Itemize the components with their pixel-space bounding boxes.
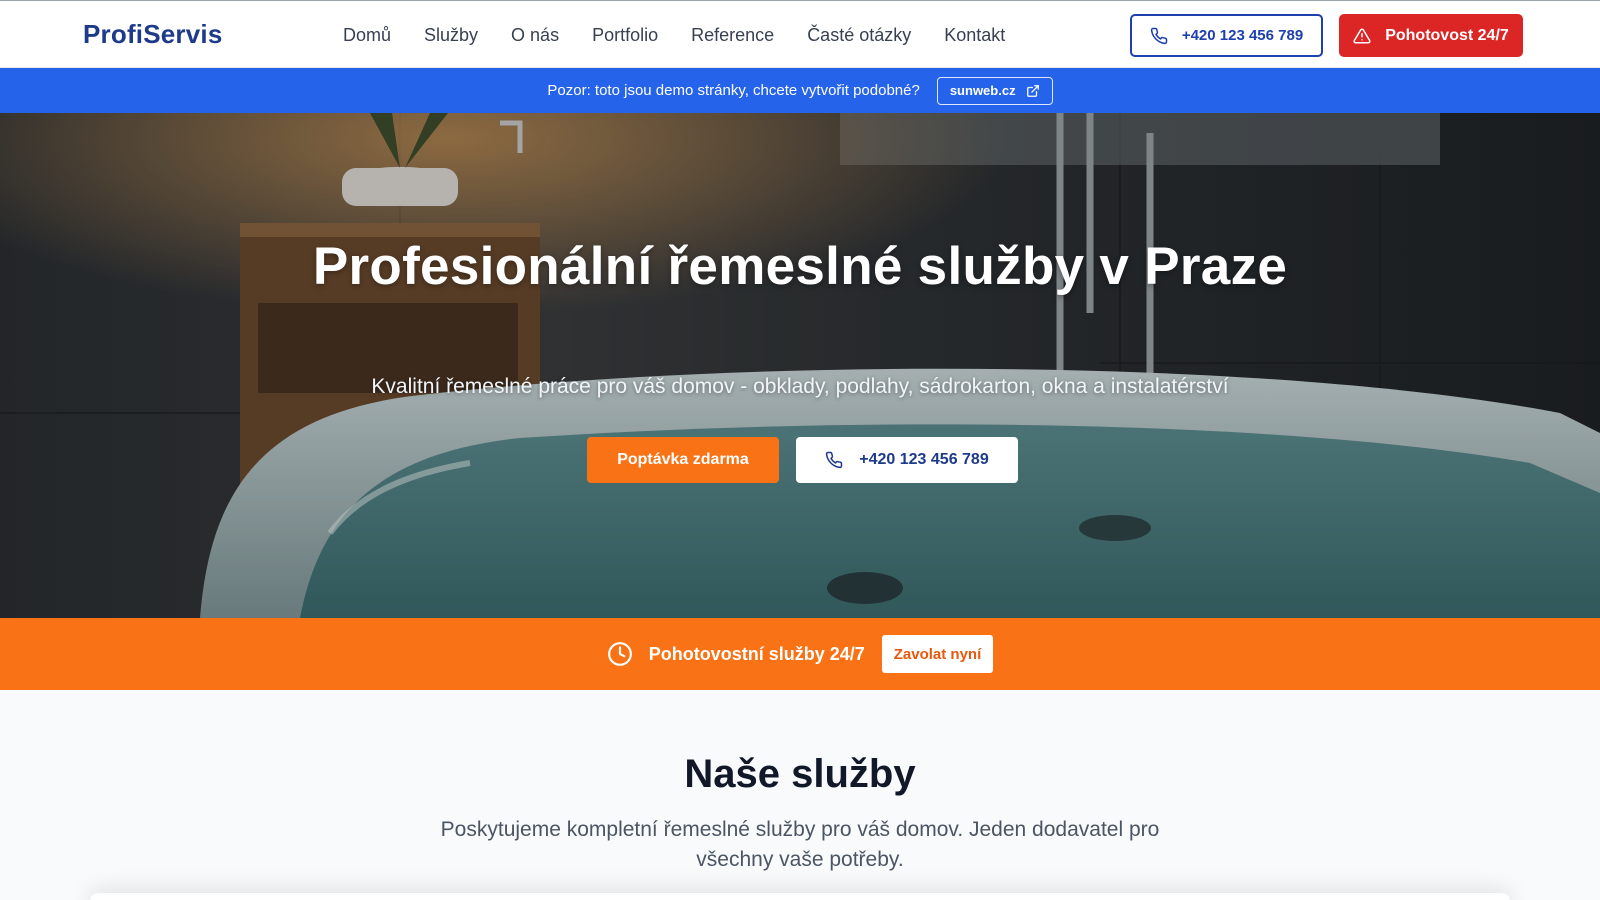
- emergency-strip-content: Pohotovostní služby 24/7 Zavolat nyní: [607, 635, 994, 673]
- call-now-button[interactable]: Zavolat nyní: [881, 635, 994, 673]
- emergency-strip-text: Pohotovostní služby 24/7: [648, 643, 865, 664]
- site-header: ProfiServis Domů Služby O nás Portfolio …: [0, 0, 1600, 68]
- nav-item-services[interactable]: Služby: [424, 25, 478, 46]
- nav-item-references[interactable]: Reference: [691, 25, 774, 46]
- header-emergency-label: Pohotovost 24/7: [1385, 26, 1509, 44]
- phone-icon: [1150, 27, 1168, 45]
- emergency-strip: Pohotovostní služby 24/7 Zavolat nyní: [0, 618, 1600, 690]
- header-phone-label: +420 123 456 789: [1181, 27, 1304, 44]
- warning-triangle-icon: [1353, 27, 1371, 45]
- hero-overlay: [0, 113, 1600, 618]
- nav-item-about[interactable]: O nás: [511, 25, 559, 46]
- services-heading: Naše služby: [684, 752, 916, 796]
- sunweb-link-button[interactable]: sunweb.cz: [936, 76, 1053, 105]
- hero-phone-label: +420 123 456 789: [859, 451, 989, 468]
- main-nav: Domů Služby O nás Portfolio Reference Ča…: [343, 25, 1005, 46]
- hero-subtitle: Kvalitní řemeslné práce pro váš domov - …: [371, 375, 1229, 398]
- nav-item-contact[interactable]: Kontakt: [944, 25, 1005, 46]
- hero-phone-button[interactable]: +420 123 456 789: [796, 437, 1018, 483]
- site-logo[interactable]: ProfiServis: [83, 19, 223, 50]
- hero-section: Profesionální řemeslné služby v Praze Kv…: [0, 113, 1600, 618]
- nav-item-portfolio[interactable]: Portfolio: [592, 25, 658, 46]
- header-emergency-button[interactable]: Pohotovost 24/7: [1339, 14, 1523, 57]
- sunweb-link-label: sunweb.cz: [949, 83, 1016, 98]
- external-link-icon: [1026, 84, 1040, 98]
- service-card-top-edge: [90, 893, 1510, 900]
- clock-icon: [607, 641, 633, 667]
- header-phone-button[interactable]: +420 123 456 789: [1130, 14, 1323, 57]
- phone-icon: [825, 451, 843, 469]
- free-quote-button[interactable]: Poptávka zdarma: [587, 437, 779, 483]
- demo-notice-bar: Pozor: toto jsou demo stránky, chcete vy…: [0, 68, 1600, 113]
- services-description: Poskytujeme kompletní řemeslné služby pr…: [440, 818, 1160, 871]
- hero-title: Profesionální řemeslné služby v Praze: [312, 237, 1288, 296]
- demo-notice-text: Pozor: toto jsou demo stránky, chcete vy…: [547, 82, 920, 99]
- nav-item-faq[interactable]: Časté otázky: [807, 25, 911, 46]
- nav-item-home[interactable]: Domů: [343, 25, 391, 46]
